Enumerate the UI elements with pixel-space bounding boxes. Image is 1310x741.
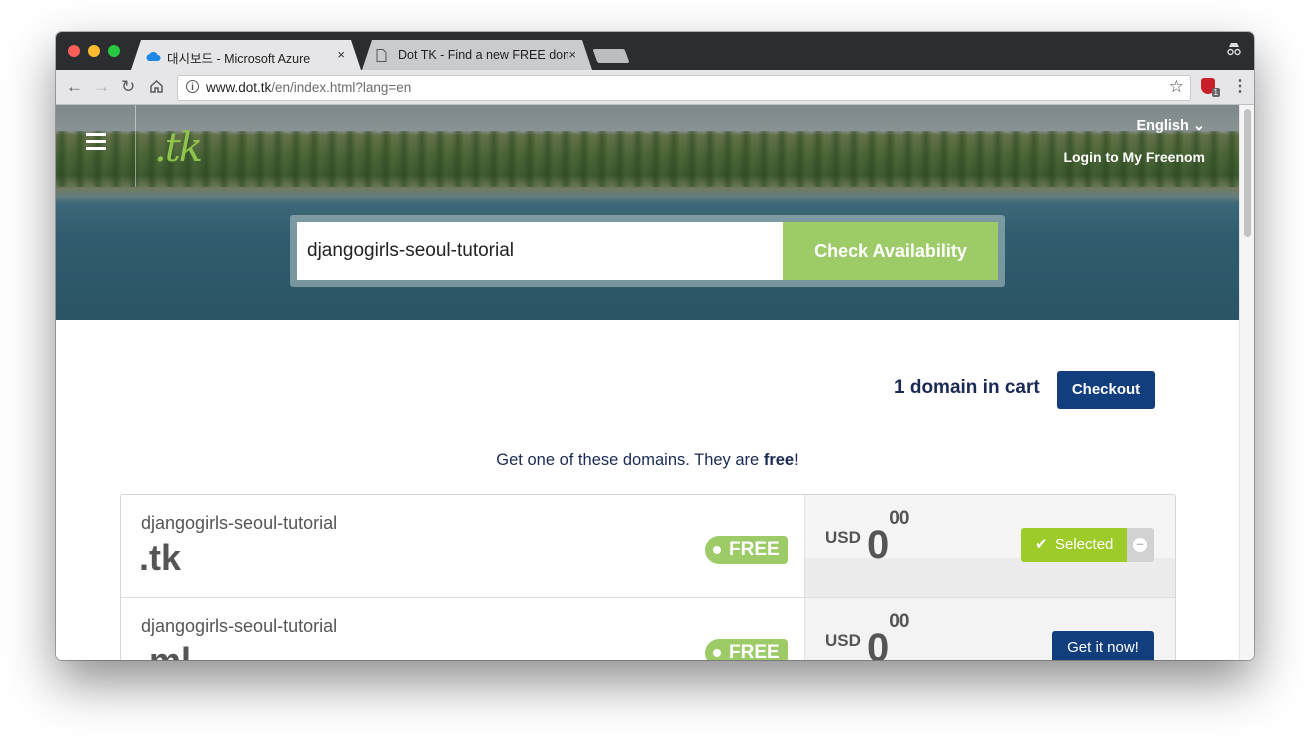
url-path: /en/index.html?lang=en <box>271 80 412 95</box>
price-decimal: 00 <box>889 610 909 632</box>
price-currency: USD <box>825 528 861 547</box>
domain-name: djangogirls-seoul-tutorial <box>141 513 338 533</box>
cart-summary: 1 domain in cart <box>894 377 1040 398</box>
new-tab-button[interactable] <box>592 49 630 63</box>
domain-result-row: djangogirls-seoul-tutorial .tk FREE USD … <box>121 495 1175 597</box>
hamburger-menu-icon[interactable] <box>86 133 106 154</box>
tab-title: 대시보드 - Microsoft Azure <box>167 52 311 66</box>
price-currency: USD <box>825 631 861 650</box>
scrollbar-thumb[interactable] <box>1244 109 1251 237</box>
free-badge: FREE <box>705 639 788 660</box>
page-scrollbar[interactable] <box>1239 105 1254 660</box>
extension-badge: 1 <box>1211 88 1220 97</box>
browser-window: 대시보드 - Microsoft Azure × Dot TK - Find a… <box>56 32 1254 660</box>
domain-info: djangogirls-seoul-tutorial .ml FREE <box>121 598 805 660</box>
domain-tld: .tk <box>139 537 182 578</box>
domain-search-box: djangogirls-seoul-tutorial Check Availab… <box>290 215 1005 287</box>
minus-icon: – <box>1133 537 1147 552</box>
zoom-window-button[interactable] <box>108 45 120 57</box>
checkout-button[interactable]: Checkout <box>1057 371 1155 409</box>
tab-title: Dot TK - Find a new FREE domain <box>398 48 564 62</box>
price-integer: 0 <box>867 626 889 660</box>
menu-kebab-icon[interactable]: ⋮ <box>1232 76 1248 96</box>
tagline-bold: free <box>763 451 795 469</box>
get-it-now-button[interactable]: Get it now! <box>1052 631 1154 660</box>
dot-tk-logo[interactable]: .tk <box>154 125 203 171</box>
tab-strip: 대시보드 - Microsoft Azure × Dot TK - Find a… <box>56 32 1254 70</box>
page-icon <box>376 49 387 67</box>
price-amount: 000 <box>867 611 909 660</box>
home-icon[interactable] <box>149 77 164 99</box>
selected-label: Selected <box>1055 536 1114 553</box>
bookmark-star-icon[interactable]: ☆ <box>1169 77 1184 97</box>
check-availability-button[interactable]: Check Availability <box>783 222 998 280</box>
domain-price-panel: USD 000 Get it now! <box>805 598 1175 660</box>
login-link[interactable]: Login to My Freenom <box>1063 149 1205 165</box>
domain-result-row: djangogirls-seoul-tutorial .ml FREE USD … <box>121 597 1175 660</box>
price-amount: 000 <box>867 508 909 568</box>
selected-button[interactable]: ✔ Selected <box>1021 528 1127 562</box>
hero-treeline <box>56 131 1239 187</box>
domain-price-panel: USD 000 ✔ Selected – <box>805 495 1175 597</box>
free-domains-tagline: Get one of these domains. They are free! <box>56 451 1239 470</box>
page-viewport: .tk English ⌄ Login to My Freenom django… <box>56 105 1254 660</box>
extension-shield-icon[interactable]: 1 <box>1201 78 1220 97</box>
info-icon[interactable]: i <box>186 80 199 93</box>
checkmark-icon: ✔ <box>1035 536 1048 553</box>
domain-results-list: djangogirls-seoul-tutorial .tk FREE USD … <box>120 494 1176 660</box>
tagline-end: ! <box>794 451 799 469</box>
address-bar[interactable]: i www.dot.tk/en/index.html?lang=en ☆ <box>177 75 1191 101</box>
language-selector[interactable]: English ⌄ <box>1136 118 1205 134</box>
tagline-text: Get one of these domains. They are <box>496 451 764 469</box>
tab-close-icon[interactable]: × <box>568 47 576 62</box>
domain-tld: .ml <box>139 640 191 660</box>
domain-search-input[interactable]: djangogirls-seoul-tutorial <box>297 222 783 280</box>
browser-toolbar: ← → ↻ i www.dot.tk/en/index.html?lang=en… <box>56 70 1254 105</box>
tab-azure[interactable]: 대시보드 - Microsoft Azure × <box>131 40 361 70</box>
cloud-icon <box>145 49 161 67</box>
close-window-button[interactable] <box>68 45 80 57</box>
forward-arrow-icon[interactable]: → <box>93 77 110 97</box>
domain-name: djangogirls-seoul-tutorial <box>141 616 338 636</box>
domain-info: djangogirls-seoul-tutorial .tk FREE <box>121 495 805 597</box>
back-arrow-icon[interactable]: ← <box>66 77 83 97</box>
price-integer: 0 <box>867 523 889 567</box>
tab-close-icon[interactable]: × <box>337 47 345 62</box>
hero-banner: .tk English ⌄ Login to My Freenom django… <box>56 105 1239 320</box>
remove-from-cart-button[interactable]: – <box>1127 528 1154 562</box>
header-divider <box>135 105 136 187</box>
reload-icon[interactable]: ↻ <box>121 77 135 97</box>
incognito-icon <box>1226 42 1242 59</box>
url-host: www.dot.tk <box>206 80 272 95</box>
free-badge: FREE <box>705 536 788 564</box>
minimize-window-button[interactable] <box>88 45 100 57</box>
tab-dot-tk[interactable]: Dot TK - Find a new FREE domain × <box>362 40 592 70</box>
price-decimal: 00 <box>889 507 909 529</box>
url-text[interactable]: www.dot.tk/en/index.html?lang=en <box>206 80 411 95</box>
